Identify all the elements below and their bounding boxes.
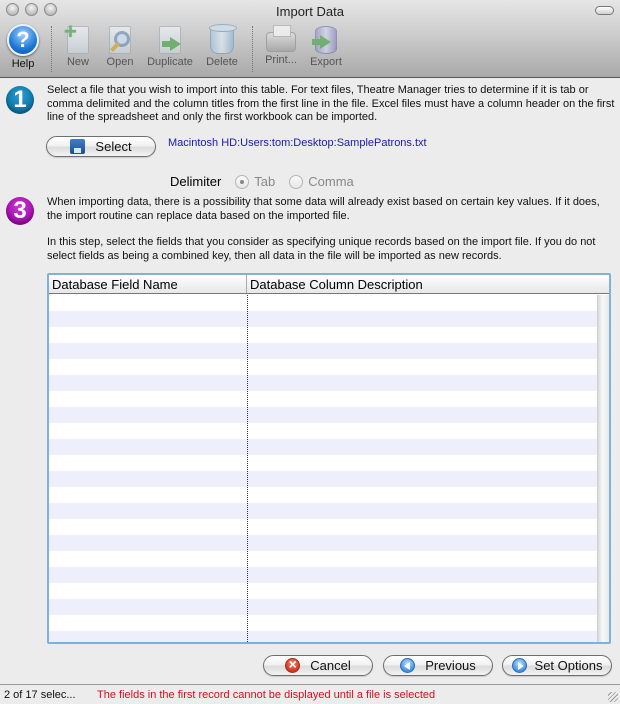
toolbar-label: Print... xyxy=(265,54,297,66)
toolbar-label: Help xyxy=(11,58,35,70)
empty-table-row[interactable] xyxy=(49,439,597,455)
cancel-button[interactable]: Cancel xyxy=(263,655,373,676)
empty-table-row[interactable] xyxy=(49,503,597,519)
select-file-button[interactable]: Select xyxy=(46,136,156,157)
vertical-scrollbar[interactable] xyxy=(597,295,609,642)
empty-table-row[interactable] xyxy=(49,423,597,439)
empty-table-row[interactable] xyxy=(49,567,597,583)
empty-table-row[interactable] xyxy=(49,487,597,503)
window-title: Import Data xyxy=(276,4,344,19)
new-document-icon: + xyxy=(64,21,89,54)
empty-table-row[interactable] xyxy=(49,599,597,615)
radio-selected-icon xyxy=(235,174,250,189)
toolbar-label: New xyxy=(66,56,89,68)
column-divider xyxy=(247,295,248,642)
export-database-icon xyxy=(312,26,337,54)
table-header: Database Field Name Database Column Desc… xyxy=(49,275,609,294)
toolbar-label: Duplicate xyxy=(147,56,193,68)
previous-button[interactable]: Previous xyxy=(383,655,493,676)
delimiter-comma-radio[interactable]: Comma xyxy=(289,174,354,189)
cancel-label: Cancel xyxy=(310,658,351,673)
empty-table-row[interactable] xyxy=(49,407,597,423)
select-button-label: Select xyxy=(95,139,132,154)
toolbar-toggle-button[interactable] xyxy=(595,6,614,15)
step-3-instructions: When importing data, there is a possibil… xyxy=(47,196,600,222)
resize-grip[interactable] xyxy=(608,692,618,702)
help-icon: ? xyxy=(7,24,39,56)
step-3-badge: 3 xyxy=(6,197,34,225)
table-body xyxy=(49,295,597,642)
step-1-instructions: Select a file that you wish to import in… xyxy=(47,84,615,123)
key-fields-table[interactable]: Database Field Name Database Column Desc… xyxy=(47,273,611,644)
empty-table-row[interactable] xyxy=(49,295,597,311)
empty-table-row[interactable] xyxy=(49,343,597,359)
step-3-instructions-detail: In this step, select the fields that you… xyxy=(47,236,596,262)
delimiter-label: Delimiter xyxy=(170,174,222,189)
toolbar-label: Export xyxy=(310,56,342,68)
next-arrow-icon xyxy=(511,658,527,673)
set-options-label: Set Options xyxy=(534,658,603,673)
column-header-description[interactable]: Database Column Description xyxy=(247,275,423,293)
open-magnifier-icon xyxy=(109,26,131,54)
empty-table-row[interactable] xyxy=(49,455,597,471)
empty-table-row[interactable] xyxy=(49,311,597,327)
step-1-badge: 1 xyxy=(6,86,34,114)
toolbar-open-button[interactable]: Open xyxy=(92,24,148,68)
radio-unselected-icon xyxy=(289,174,304,189)
empty-table-row[interactable] xyxy=(49,583,597,599)
toolbar-help-button[interactable]: ? Help xyxy=(0,24,51,70)
floppy-disk-icon xyxy=(70,139,86,154)
toolbar-export-button[interactable]: Export xyxy=(298,24,354,68)
empty-table-row[interactable] xyxy=(49,471,597,487)
column-header-field-name[interactable]: Database Field Name xyxy=(49,275,247,293)
empty-table-row[interactable] xyxy=(49,375,597,391)
previous-label: Previous xyxy=(425,658,476,673)
empty-table-row[interactable] xyxy=(49,327,597,343)
previous-arrow-icon xyxy=(400,658,416,673)
empty-table-row[interactable] xyxy=(49,551,597,567)
empty-table-row[interactable] xyxy=(49,391,597,407)
empty-table-row[interactable] xyxy=(49,615,597,631)
window-titlebar-toolbar: Import Data ? Help + New Open Duplicate … xyxy=(0,0,620,78)
printer-icon xyxy=(266,25,296,52)
delimiter-tab-radio[interactable]: Tab xyxy=(235,174,275,189)
set-options-button[interactable]: Set Options xyxy=(502,655,612,676)
duplicate-icon xyxy=(159,26,181,54)
empty-table-row[interactable] xyxy=(49,535,597,551)
radio-label: Tab xyxy=(254,174,276,189)
delimiter-group: Delimiter Tab Comma xyxy=(170,174,354,189)
status-bar: 2 of 17 selec... The fields in the first… xyxy=(0,684,620,704)
toolbar-duplicate-button[interactable]: Duplicate xyxy=(142,24,198,68)
radio-label: Comma xyxy=(308,174,354,189)
trash-icon xyxy=(209,24,237,54)
toolbar-label: Open xyxy=(106,56,134,68)
status-message: The fields in the first record cannot be… xyxy=(97,689,436,701)
empty-table-row[interactable] xyxy=(49,631,597,642)
selection-count: 2 of 17 selec... xyxy=(4,689,76,701)
toolbar-delete-button[interactable]: Delete xyxy=(194,24,250,68)
toolbar-label: Delete xyxy=(206,56,238,68)
empty-table-row[interactable] xyxy=(49,519,597,535)
cancel-icon xyxy=(285,656,301,673)
empty-table-row[interactable] xyxy=(49,359,597,375)
selected-file-path: Macintosh HD:Users:tom:Desktop:SamplePat… xyxy=(168,137,427,149)
toolbar: ? Help + New Open Duplicate Delete Print… xyxy=(0,21,620,76)
